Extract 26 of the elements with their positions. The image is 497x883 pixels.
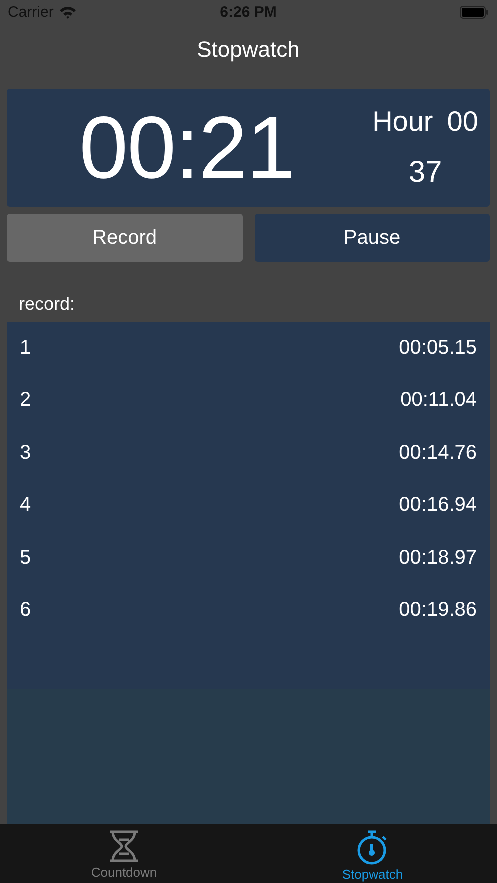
lap-number: 6 xyxy=(20,599,32,622)
hourglass-icon xyxy=(108,830,140,863)
record-button[interactable]: Record xyxy=(7,214,242,262)
stopwatch-icon xyxy=(356,830,389,865)
lap-time: 00:19.86 xyxy=(399,599,477,622)
lap-number: 4 xyxy=(20,494,32,518)
screen-title: Stopwatch xyxy=(197,37,300,63)
hour-value: 00 xyxy=(447,106,478,138)
lap-time: 00:11.04 xyxy=(400,389,477,412)
elapsed-time: 00:21 xyxy=(79,98,295,197)
lap-number: 1 xyxy=(20,336,32,360)
lap-time: 00:16.94 xyxy=(399,494,477,518)
record-heading: record: xyxy=(19,294,76,315)
hundredths-value: 37 xyxy=(408,156,442,190)
wifi-icon xyxy=(58,6,77,19)
hour-label: Hour xyxy=(372,106,434,138)
lap-time: 00:05.15 xyxy=(399,336,477,360)
lap-number: 5 xyxy=(20,546,32,570)
tab-item[interactable]: Countdown xyxy=(0,824,248,883)
lap-time: 00:14.76 xyxy=(399,442,477,465)
lap-time: 00:18.97 xyxy=(399,546,477,570)
battery-icon xyxy=(460,6,489,19)
pause-button[interactable]: Pause xyxy=(254,214,490,262)
lap-number: 3 xyxy=(20,442,32,465)
lap-number: 2 xyxy=(20,389,32,412)
tab-item[interactable]: Stopwatch xyxy=(248,824,497,883)
